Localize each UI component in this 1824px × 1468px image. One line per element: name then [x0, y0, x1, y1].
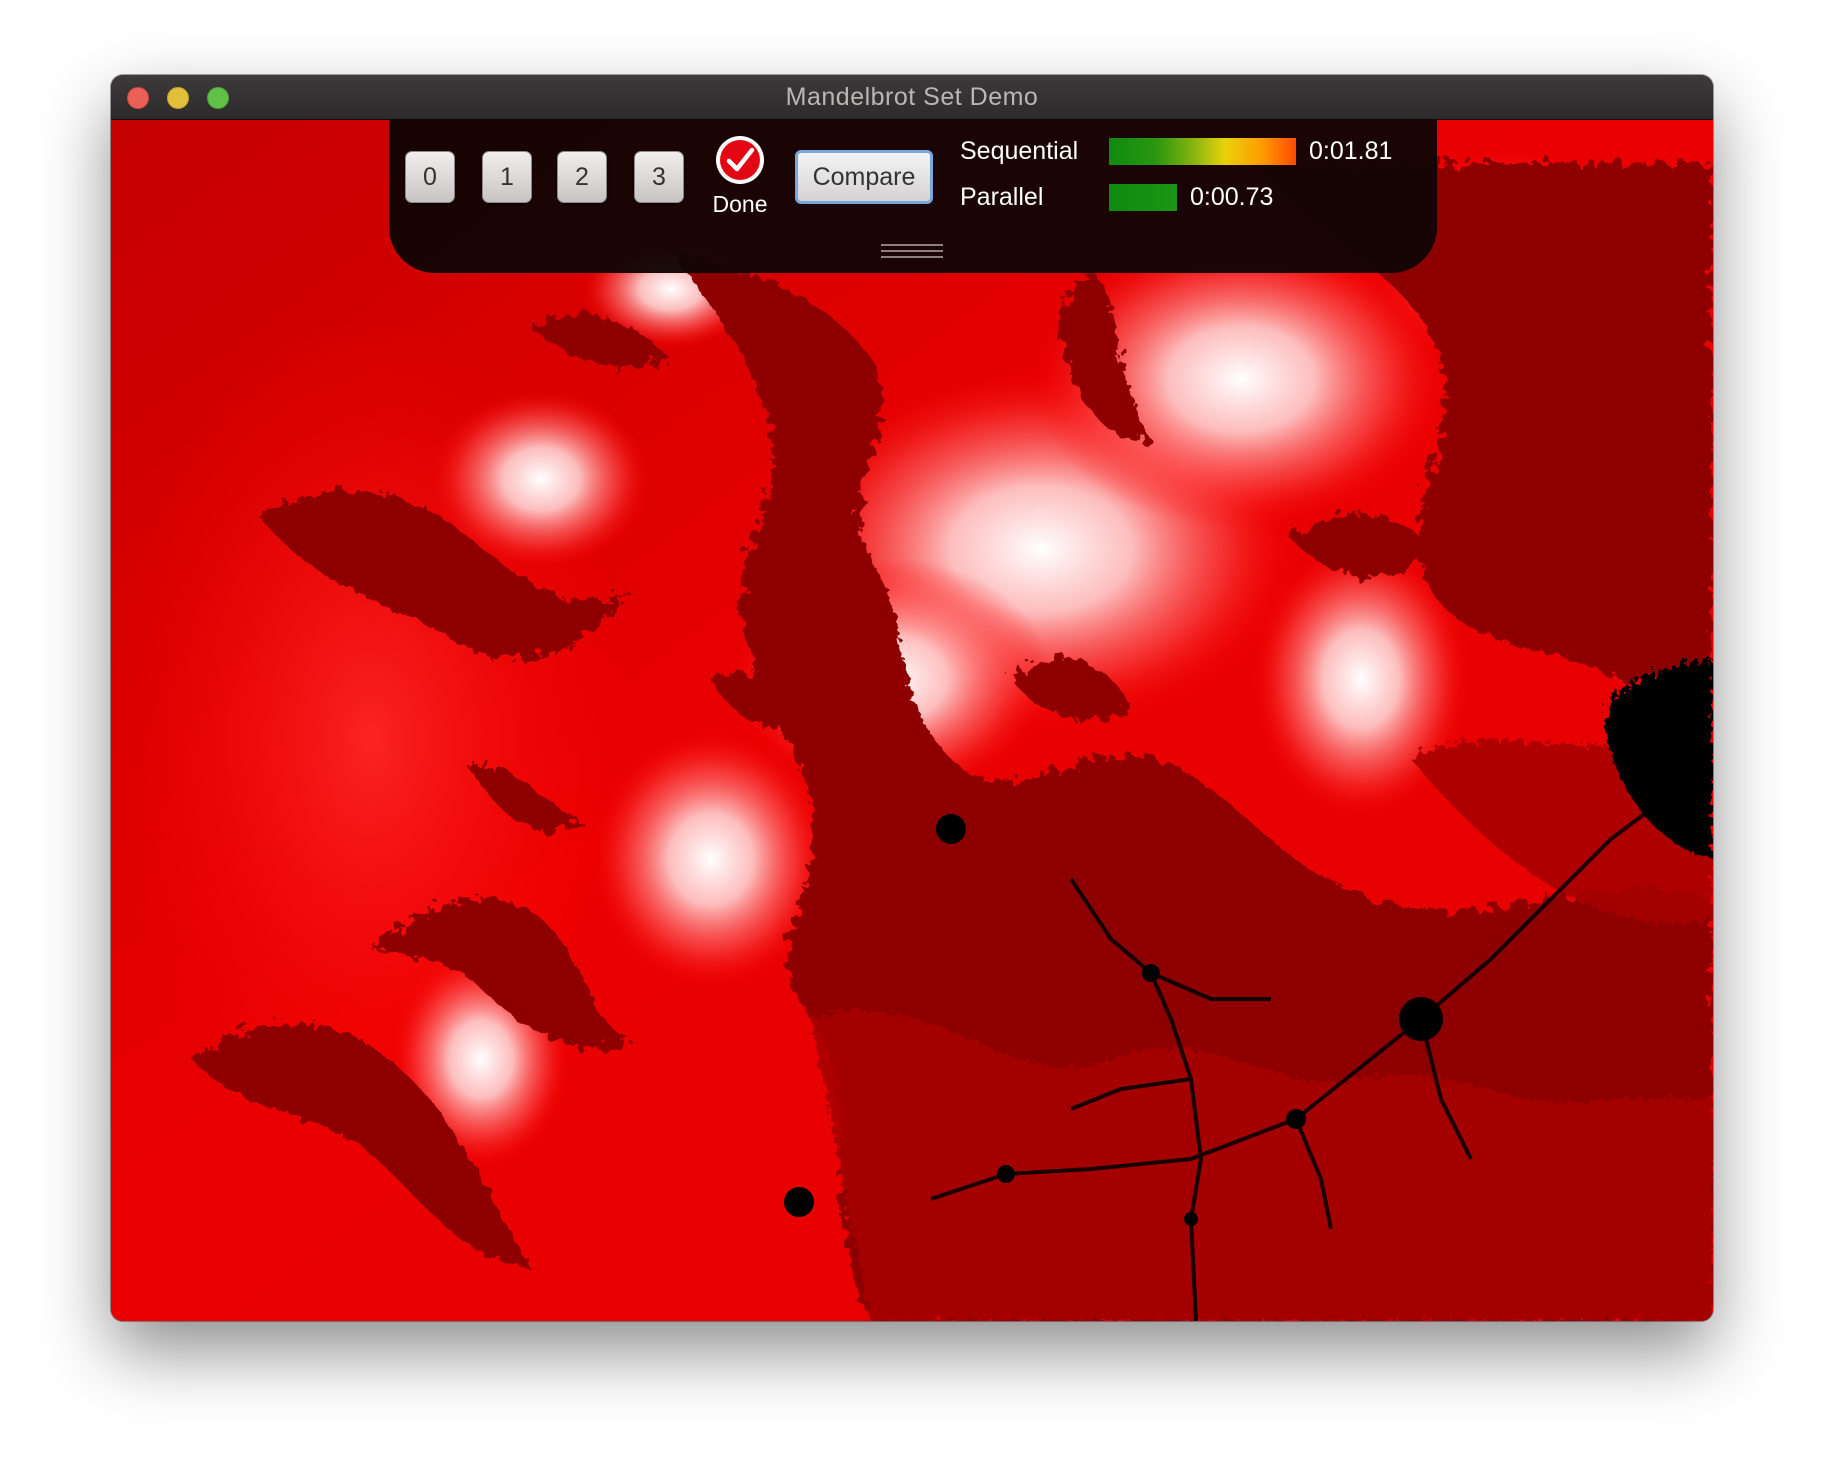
preset-2-button[interactable]: 2	[557, 151, 607, 203]
drag-handle-icon[interactable]	[879, 241, 945, 261]
preset-0-button[interactable]: 0	[405, 151, 455, 203]
preset-1-button[interactable]: 1	[482, 151, 532, 203]
sequential-time-bar	[1109, 138, 1296, 165]
done-status-label: Done	[712, 191, 768, 217]
fractal-image	[111, 119, 1713, 1321]
sequential-label: Sequential	[960, 137, 1079, 165]
parallel-label: Parallel	[960, 183, 1044, 211]
mandelbrot-canvas[interactable]	[111, 119, 1713, 1321]
compare-button[interactable]: Compare	[795, 150, 933, 204]
parallel-time-bar	[1109, 184, 1177, 211]
sequential-time: 0:01.81	[1309, 137, 1393, 165]
app-window: Mandelbrot Set Demo 0 1 2 3 Done Compare…	[111, 75, 1713, 1321]
window-title: Mandelbrot Set Demo	[785, 83, 1039, 111]
preset-3-button[interactable]: 3	[634, 151, 684, 203]
title-bar[interactable]: Mandelbrot Set Demo	[111, 75, 1713, 120]
parallel-time: 0:00.73	[1190, 183, 1274, 211]
control-panel: 0 1 2 3 Done Compare Sequential 0:01.81 …	[389, 119, 1437, 273]
checkmark-circle-icon	[716, 136, 764, 184]
